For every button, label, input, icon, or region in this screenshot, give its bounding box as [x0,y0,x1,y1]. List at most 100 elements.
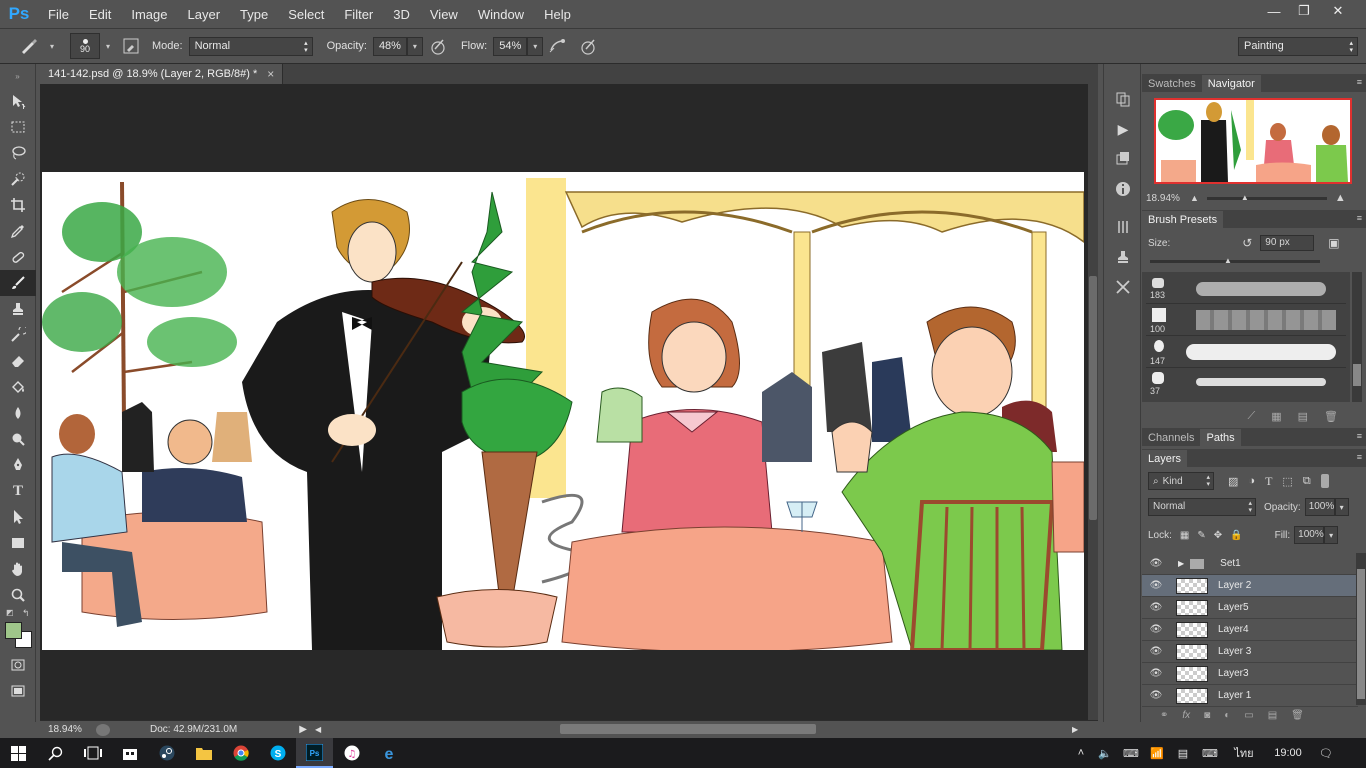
store-icon[interactable] [111,738,148,768]
brush-picker-dropdown[interactable]: ▾ [100,37,116,56]
slider-handle-icon[interactable]: ▲ [1224,256,1232,265]
lock-transparent-icon[interactable]: ▦ [1180,530,1189,541]
scroll-thumb[interactable] [1357,569,1365,699]
tab-swatches[interactable]: Swatches [1142,75,1202,92]
tab-channels[interactable]: Channels [1142,429,1200,446]
add-mask-icon[interactable]: ◙ [1204,710,1210,721]
visibility-eye-icon[interactable]: 👁 [1142,668,1170,679]
visibility-eye-icon[interactable]: 👁 [1142,558,1170,569]
chevron-up-icon[interactable]: ˄ [1070,747,1092,759]
status-menu-icon[interactable] [96,723,110,736]
filter-pixel-icon[interactable]: ▨ [1228,475,1238,488]
steam-icon[interactable] [148,738,185,768]
path-selection-tool-icon[interactable] [0,504,36,530]
layer-row-layer-1[interactable]: 👁 Layer 1 [1142,685,1358,707]
visibility-eye-icon[interactable]: 👁 [1142,690,1170,701]
hand-tool-icon[interactable] [0,556,36,582]
lock-position-icon[interactable]: ✥ [1214,530,1222,541]
paint-bucket-tool-icon[interactable] [0,374,36,400]
layers-scrollbar[interactable] [1356,553,1366,705]
wifi-icon[interactable]: 📶 [1144,747,1170,760]
layer-opacity-dropdown[interactable]: ▾ [1334,498,1349,516]
search-icon[interactable] [37,738,74,768]
filter-type-icon[interactable]: T [1265,474,1272,489]
new-layer-icon[interactable]: ▤ [1268,710,1277,721]
photoshop-taskbar-icon[interactable]: Ps [296,738,333,768]
artwork-canvas[interactable] [42,172,1084,650]
layer-row-layer3[interactable]: 👁 Layer3 [1142,663,1358,685]
windows-start-icon[interactable] [0,738,37,768]
filter-smart-icon[interactable]: ⧉ [1303,475,1311,488]
workspace-select[interactable]: Painting ▴ ▾ [1238,37,1358,56]
panel-menu-icon[interactable]: ≡ [1357,431,1362,441]
edge-icon[interactable]: e [370,738,407,768]
layer-row-layer4[interactable]: 👁 Layer4 [1142,619,1358,641]
keyboard-icon[interactable]: ⌨ [1196,747,1224,760]
close-button[interactable]: ✕ [1320,0,1356,22]
brush-preset-item[interactable]: 37 [1146,370,1346,398]
collapse-toolbar-icon[interactable]: » [0,64,35,88]
layer-row-layer-3[interactable]: 👁 Layer 3 [1142,641,1358,663]
blend-mode-select[interactable]: Normal ▴ ▾ [1148,498,1256,516]
opacity-input[interactable]: 48% [372,36,407,56]
move-tool-icon[interactable] [0,88,36,114]
input-method-icon[interactable]: ⌨ [1118,747,1144,760]
brush-size-picker[interactable]: 90 [70,33,100,59]
zoom-out-icon[interactable]: ▲ [1190,193,1199,203]
tool-presets-icon[interactable] [1104,272,1142,302]
delete-preset-icon[interactable]: 🗑 [1324,410,1338,423]
tab-brush-presets[interactable]: Brush Presets [1142,211,1224,228]
blur-tool-icon[interactable] [0,400,36,426]
document-tab[interactable]: 141-142.psd @ 18.9% (Layer 2, RGB/8#) * … [40,64,284,84]
menu-3d[interactable]: 3D [383,7,420,22]
reset-size-icon[interactable]: ↺ [1242,236,1252,250]
foreground-color-swatch[interactable] [5,622,22,639]
new-group-icon[interactable]: ▭ [1244,710,1253,721]
crop-tool-icon[interactable] [0,192,36,218]
layer-row-layer-2[interactable]: 👁 Layer 2 [1142,575,1358,597]
tab-layers[interactable]: Layers [1142,450,1188,467]
volume-icon[interactable]: 🔈 [1092,747,1118,760]
new-preset-icon[interactable]: ▤ [1298,410,1308,423]
brush-preset-item[interactable]: 100 [1146,306,1346,336]
menu-type[interactable]: Type [230,7,278,22]
brush-panel-toggle-icon[interactable] [120,35,142,57]
zoom-tool-icon[interactable] [0,582,36,608]
file-explorer-icon[interactable] [185,738,222,768]
history-icon[interactable] [1104,84,1142,114]
default-colors-icon[interactable]: ◩ [6,608,14,617]
screen-mode-icon[interactable] [0,678,36,704]
horizontal-scroll-thumb[interactable] [560,724,816,734]
brush-size-input[interactable]: 90 px [1260,235,1315,251]
brush-preset-item[interactable]: 183 [1146,276,1346,304]
lock-all-icon[interactable]: 🔒 [1230,530,1242,541]
delete-layer-icon[interactable]: 🗑 [1291,710,1304,721]
airbrush-icon[interactable] [547,35,569,57]
flow-input[interactable]: 54% [493,36,528,56]
healing-brush-tool-icon[interactable] [0,244,36,270]
filter-toggle-icon[interactable] [1320,474,1329,488]
visibility-eye-icon[interactable]: 👁 [1142,624,1170,635]
skype-icon[interactable]: S [259,738,296,768]
scroll-thumb[interactable] [1353,364,1361,386]
layer-row-layer5[interactable]: 👁 Layer5 [1142,597,1358,619]
menu-layer[interactable]: Layer [178,7,231,22]
brush-panel-icon[interactable]: ▣ [1328,236,1339,250]
mode-select[interactable]: Normal ▴ ▾ [188,36,313,56]
restore-button[interactable]: ❐ [1286,0,1322,22]
clone-source-icon[interactable] [1104,242,1142,272]
menu-filter[interactable]: Filter [334,7,383,22]
pen-tool-icon[interactable] [0,452,36,478]
dodge-tool-icon[interactable] [0,426,36,452]
quick-selection-tool-icon[interactable] [0,166,36,192]
vertical-scroll-thumb[interactable] [1089,276,1097,520]
actions-play-icon[interactable]: ▶ [1104,114,1142,144]
tool-preset-dropdown[interactable]: ▾ [44,37,60,56]
brush-presets-scrollbar[interactable] [1352,272,1362,402]
close-tab-icon[interactable]: × [267,67,274,81]
panel-menu-icon[interactable]: ≡ [1357,452,1362,462]
layer-opacity-input[interactable]: 100% [1304,498,1335,516]
tab-navigator[interactable]: Navigator [1201,75,1261,92]
slider-handle-icon[interactable]: ▲ [1241,193,1249,202]
expand-arrow-icon[interactable]: ▶ [1178,559,1184,568]
